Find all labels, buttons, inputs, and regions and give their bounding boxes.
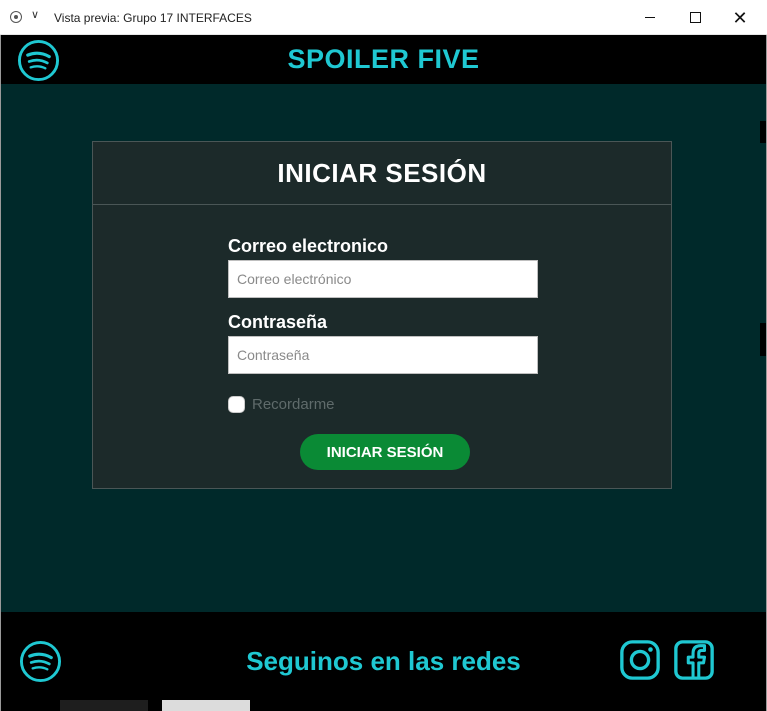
login-title: INICIAR SESIÓN xyxy=(277,157,487,188)
window-titlebar: ∨ Vista previa: Grupo 17 INTERFACES ✕ xyxy=(0,0,767,35)
remember-checkbox[interactable] xyxy=(228,396,245,413)
window-title: Vista previa: Grupo 17 INTERFACES xyxy=(54,11,252,25)
login-button[interactable]: INICIAR SESIÓN xyxy=(300,434,470,470)
edge-artifact xyxy=(760,323,766,356)
remember-me[interactable]: Recordarme xyxy=(228,396,335,413)
close-button[interactable]: ✕ xyxy=(717,0,763,35)
site-title: SPOILER FIVE xyxy=(287,44,480,74)
instagram-icon[interactable] xyxy=(619,639,661,681)
email-field[interactable] xyxy=(228,260,538,298)
login-card-header: INICIAR SESIÓN xyxy=(93,142,671,205)
chevron-down-icon[interactable]: ∨ xyxy=(31,8,39,21)
minimize-icon xyxy=(645,17,655,18)
login-card: INICIAR SESIÓN Correo electronico Contra… xyxy=(92,141,672,489)
spotify-icon[interactable] xyxy=(19,640,62,683)
login-form: Correo electronico Contraseña xyxy=(228,236,538,374)
taskbar-thumbnail[interactable] xyxy=(60,700,148,711)
app-window: SPOILER FIVE INICIAR SESIÓN Correo elect… xyxy=(0,35,767,711)
edge-artifact xyxy=(760,121,766,143)
maximize-button[interactable] xyxy=(672,0,718,35)
facebook-icon[interactable] xyxy=(673,639,715,681)
top-bar: SPOILER FIVE xyxy=(1,35,766,84)
taskbar-thumbnails xyxy=(60,700,260,711)
maximize-icon xyxy=(689,12,701,23)
password-field[interactable] xyxy=(228,336,538,374)
app-record-icon[interactable] xyxy=(10,11,22,23)
remember-label: Recordarme xyxy=(252,396,335,413)
password-label: Contraseña xyxy=(228,312,328,332)
close-icon: ✕ xyxy=(732,7,748,28)
minimize-button[interactable] xyxy=(627,0,673,35)
email-label: Correo electronico xyxy=(228,236,389,256)
taskbar-thumbnail[interactable] xyxy=(162,700,250,711)
footer: Seguinos en las redes xyxy=(1,612,766,711)
